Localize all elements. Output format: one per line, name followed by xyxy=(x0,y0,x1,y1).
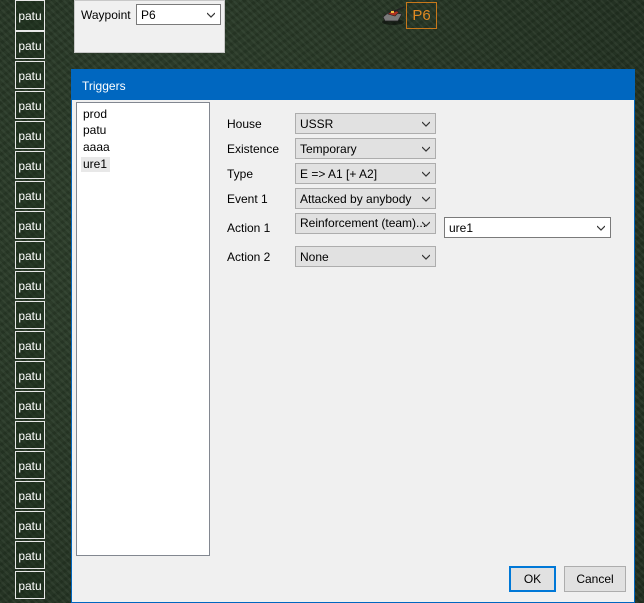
trigger-list[interactable]: prod patu aaaa ure1 xyxy=(76,102,210,556)
house-select[interactable]: USSR xyxy=(295,113,436,134)
dialog-title-bar[interactable]: Triggers xyxy=(72,70,634,100)
map-cell[interactable]: patu xyxy=(15,571,45,599)
chevron-down-icon xyxy=(422,196,430,202)
map-cell[interactable]: patu xyxy=(15,421,45,449)
map-cell[interactable]: patu xyxy=(15,301,45,329)
triggers-dialog: Triggers prod patu aaaa ure1 House USSR … xyxy=(71,69,635,603)
chevron-down-icon xyxy=(422,121,430,127)
action1-label: Action 1 xyxy=(227,221,271,235)
map-cell[interactable]: patu xyxy=(15,451,45,479)
map-cell[interactable]: patu xyxy=(15,0,45,31)
existence-select-value: Temporary xyxy=(300,142,357,156)
action2-select-value: None xyxy=(300,250,329,264)
chevron-down-icon xyxy=(422,146,430,152)
action1-select-value: Reinforcement (team)... xyxy=(300,216,427,230)
map-cell[interactable]: patu xyxy=(15,91,45,119)
chevron-down-icon xyxy=(207,12,215,18)
waypoint-select-value: P6 xyxy=(141,8,156,22)
map-cell[interactable]: patu xyxy=(15,481,45,509)
map-cell[interactable]: patu xyxy=(15,361,45,389)
dialog-title: Triggers xyxy=(82,79,126,93)
map-cell[interactable]: patu xyxy=(15,511,45,539)
trigger-list-item-selected[interactable]: ure1 xyxy=(81,157,111,172)
type-select[interactable]: E => A1 [+ A2] xyxy=(295,163,436,184)
map-cell[interactable]: patu xyxy=(15,181,45,209)
trigger-list-item[interactable]: aaaa xyxy=(81,140,113,155)
chevron-down-icon xyxy=(422,171,430,177)
chevron-down-icon xyxy=(422,221,430,227)
event1-select[interactable]: Attacked by anybody xyxy=(295,188,436,209)
map-cell[interactable]: patu xyxy=(15,241,45,269)
trigger-list-item[interactable]: patu xyxy=(81,123,109,138)
tank-unit-icon[interactable] xyxy=(380,4,406,26)
existence-select[interactable]: Temporary xyxy=(295,138,436,159)
map-cell[interactable]: patu xyxy=(15,151,45,179)
map-cell[interactable]: patu xyxy=(15,331,45,359)
map-waypoint-marker[interactable]: P6 xyxy=(406,2,437,29)
chevron-down-icon xyxy=(597,225,605,231)
chevron-down-icon xyxy=(422,254,430,260)
waypoint-label: Waypoint xyxy=(81,8,131,22)
ok-button[interactable]: OK xyxy=(509,566,556,592)
map-cell[interactable]: patu xyxy=(15,391,45,419)
house-select-value: USSR xyxy=(300,117,334,131)
map-cell[interactable]: patu xyxy=(15,541,45,569)
trigger-list-item[interactable]: prod xyxy=(81,107,110,122)
map-cell[interactable]: patu xyxy=(15,121,45,149)
type-select-value: E => A1 [+ A2] xyxy=(300,167,378,181)
existence-label: Existence xyxy=(227,142,280,156)
action1-param-value: ure1 xyxy=(449,221,474,235)
waypoint-panel: Waypoint P6 xyxy=(74,0,225,53)
waypoint-select[interactable]: P6 xyxy=(136,4,221,25)
type-label: Type xyxy=(227,167,254,181)
map-cell[interactable]: patu xyxy=(15,211,45,239)
map-cell[interactable]: patu xyxy=(15,61,45,89)
cancel-button[interactable]: Cancel xyxy=(564,566,626,592)
event1-select-value: Attacked by anybody xyxy=(300,192,412,206)
event1-label: Event 1 xyxy=(227,192,268,206)
action1-param-select[interactable]: ure1 xyxy=(444,217,611,238)
action2-select[interactable]: None xyxy=(295,246,436,267)
action2-label: Action 2 xyxy=(227,250,271,264)
map-cell[interactable]: patu xyxy=(15,271,45,299)
map-cell-column: patu patu patu patu patu patu patu patu patu patu… xyxy=(15,0,47,603)
house-label: House xyxy=(227,117,262,131)
map-cell[interactable]: patu xyxy=(15,31,45,59)
action1-select[interactable]: Reinforcement (team)... xyxy=(295,213,436,234)
